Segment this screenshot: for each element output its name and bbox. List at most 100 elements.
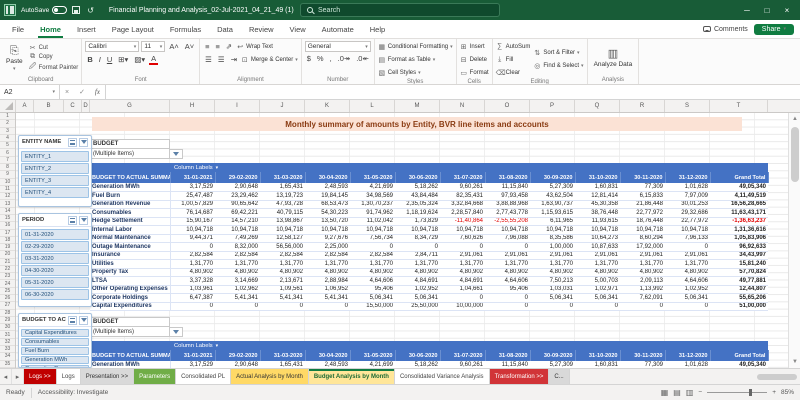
save-icon[interactable] [72,6,80,14]
pivot-cell[interactable]: 1,30,70,237 [350,200,395,209]
pivot-cell[interactable]: 6,11,965 [530,217,575,226]
pivot-cell[interactable]: 34,98,569 [350,192,395,201]
fill-button[interactable]: ⤓Fill [496,54,531,65]
pivot-cell[interactable]: 10,64,273 [575,234,620,243]
pivot-cell[interactable]: 1,02,962 [215,285,260,294]
pivot-cell[interactable]: 25,50,000 [395,302,440,311]
pivot-cell[interactable]: 55,65,206 [710,294,768,303]
pivot-cell[interactable]: 2,48,593 [305,361,350,368]
pivot-cell[interactable]: 2,88,984 [305,277,350,286]
row-header-35[interactable]: 35 [0,361,15,368]
align-top-icon[interactable]: ≡ [203,42,211,51]
pivot-cell[interactable]: 10,94,718 [350,226,395,235]
column-header-C[interactable]: C [64,100,82,112]
pivot-cell[interactable]: 5,41,341 [215,294,260,303]
pivot-cell[interactable]: 95,406 [350,285,395,294]
row-header-12[interactable]: 12 [0,193,15,200]
bold-button[interactable]: B [85,55,94,64]
pivot-cell[interactable]: 4,21,699 [350,183,395,192]
pivot-cell[interactable]: 0 [260,302,305,311]
pivot-cell[interactable]: 0 [485,302,530,311]
align-middle-icon[interactable]: ≡ [213,42,221,51]
pivot-cell[interactable]: 4,80,902 [620,268,665,277]
pivot-cell[interactable]: 7,50,213 [530,277,575,286]
vertical-scrollbar[interactable]: ▲ ▼ [788,113,800,368]
insert-cells-button[interactable]: ⊞Insert [460,41,489,52]
select-all-corner[interactable] [0,100,16,112]
slicer-multiselect-icon[interactable] [68,316,77,325]
pivot-cell[interactable]: 4,11,49,519 [710,192,768,201]
pivot-cell[interactable]: -2,55,55,208 [485,217,530,226]
pivot-cell[interactable]: 1,31,770 [485,260,530,269]
pivot-cell[interactable]: 5,06,341 [530,294,575,303]
copy-button[interactable]: ⧉Copy [29,53,79,61]
tab-file[interactable]: File [4,20,32,38]
column-header-N[interactable]: N [440,100,485,112]
row-header-2[interactable]: 2 [0,120,15,127]
row-header-23[interactable]: 23 [0,273,15,280]
pivot-cell[interactable]: 8,60,294 [620,234,665,243]
format-painter-button[interactable]: 🖉Format Painter [29,62,79,73]
pivot-cell[interactable]: 77,309 [620,183,665,192]
pivot-cell[interactable]: 0 [305,302,350,311]
pivot-cell[interactable]: 1,31,36,616 [710,226,768,235]
column-labels-dropdown-icon[interactable]: ▾ [216,343,219,349]
pivot-cell[interactable]: 10,94,718 [395,226,440,235]
row-header-3[interactable]: 3 [0,128,15,135]
pivot-cell[interactable]: 7,96,088 [485,234,530,243]
slicer-multiselect-icon[interactable] [68,216,77,225]
currency-icon[interactable]: $ [305,54,313,63]
pivot-cell[interactable]: 2,91,061 [440,251,485,260]
indent-icon[interactable]: ⇥ [229,55,239,64]
row-header-4[interactable]: 4 [0,135,15,142]
slicer-item-entity-4[interactable]: ENTITY_4 [21,187,89,198]
pivot-cell[interactable]: 1,02,952 [665,285,710,294]
pivot-cell[interactable]: 91,74,962 [350,209,395,218]
pivot-cell[interactable]: 9,27,676 [305,234,350,243]
column-header-H[interactable]: H [170,100,215,112]
pivot-cell[interactable]: 12,81,414 [575,192,620,201]
pivot-cell[interactable]: 5,41,341 [260,294,305,303]
pivot-cell[interactable]: 49,77,881 [710,277,768,286]
pivot-cell[interactable]: 3,37,328 [170,277,215,286]
row-header-6[interactable]: 6 [0,149,15,156]
sheet-tab-transformation[interactable]: Transformation >> [490,369,550,384]
pivot-cell[interactable]: 40,79,115 [260,209,305,218]
pivot-cell[interactable]: 2,82,584 [215,251,260,260]
pivot-cell[interactable]: 1,31,770 [305,260,350,269]
sheet-nav-left-icon[interactable]: ◂ [0,369,12,384]
pivot-cell[interactable]: 0 [170,302,215,311]
pivot-cell[interactable]: 1,03,031 [530,285,575,294]
slicer-multiselect-icon[interactable] [68,138,77,147]
pivot-cell[interactable]: 7,62,091 [620,294,665,303]
pivot-cell[interactable]: 11,63,43,171 [710,209,768,218]
pivot-cell[interactable]: 2,91,061 [530,251,575,260]
scroll-up-icon[interactable]: ▲ [789,113,800,125]
sheet-tab-actual-analysis-by-month[interactable]: Actual Analysis by Month [231,369,309,384]
pivot-cell[interactable]: 2,28,57,840 [440,209,485,218]
orientation-icon[interactable]: ⇗ [224,42,234,51]
sheet-tab-budget-analysis-by-month[interactable]: Budget Analysis by Month [309,369,395,384]
pivot-cell[interactable]: 1,31,770 [530,260,575,269]
pivot-cell[interactable]: 1,31,770 [575,260,620,269]
fill-color-icon[interactable]: ▨▾ [132,55,147,64]
row-header-14[interactable]: 14 [0,208,15,215]
pivot-cell[interactable]: 30,01,253 [665,200,710,209]
column-header-T[interactable]: T [710,100,768,112]
pivot-cell[interactable]: 0 [485,243,530,252]
enter-icon[interactable]: ✓ [79,88,85,96]
row-header-27[interactable]: 27 [0,302,15,309]
pivot-cell[interactable]: 4,80,902 [395,268,440,277]
pivot-cell[interactable]: 5,41,341 [305,294,350,303]
pivot-cell[interactable]: 13,19,723 [260,192,305,201]
pivot-cell[interactable]: 8,35,586 [530,234,575,243]
pivot-cell[interactable]: 2,35,05,324 [395,200,440,209]
pivot-cell[interactable]: 4,64,606 [350,277,395,286]
zoom-slider[interactable] [707,392,767,393]
tab-home[interactable]: Home [32,20,69,38]
slicer-item-consumables[interactable]: Consumables [21,338,89,346]
zoom-slider-thumb[interactable] [749,389,752,396]
find-select-button[interactable]: ◎Find & Select▾ [533,61,583,72]
pivot-cell[interactable]: 5,06,341 [665,294,710,303]
name-box[interactable]: A2▾ [0,85,60,99]
